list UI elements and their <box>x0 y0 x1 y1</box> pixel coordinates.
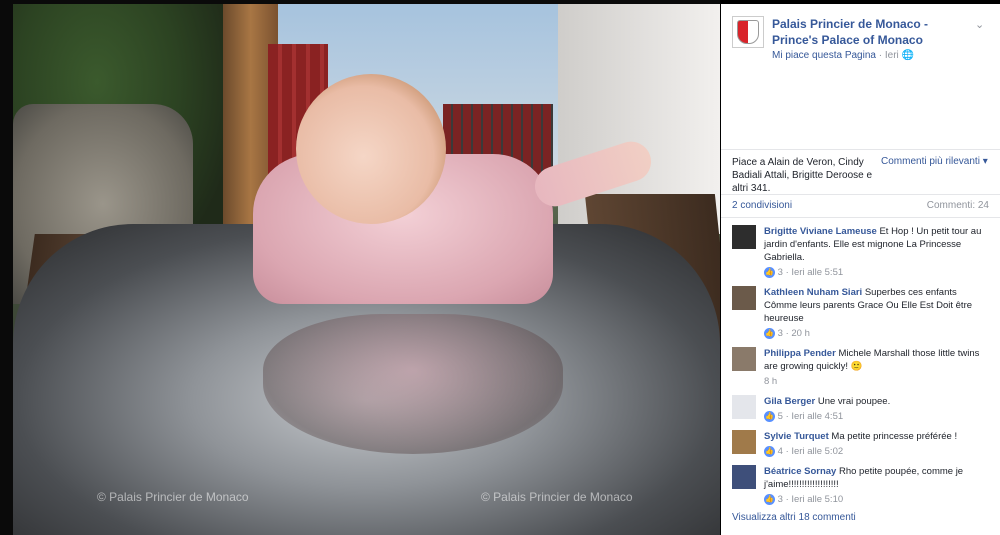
post-time[interactable]: Ieri <box>885 50 899 61</box>
thumbs-up-icon: 👍 <box>764 266 775 278</box>
comment-item: Philippa Pender Michele Marshall those l… <box>721 347 1000 388</box>
page-name-link[interactable]: Palais Princier de Monaco - Prince's Pal… <box>772 16 972 48</box>
comment-time[interactable]: · Ieri alle 5:02 <box>786 446 844 457</box>
thumbs-up-icon: 👍 <box>764 493 775 505</box>
avatar[interactable] <box>732 286 756 310</box>
post-photo[interactable] <box>13 4 720 535</box>
avatar[interactable] <box>732 430 756 454</box>
comment-text: Ma petite princesse préférée ! <box>831 431 958 442</box>
comment-author[interactable]: Kathleen Nuham Siari <box>764 287 862 298</box>
comment-item: Béatrice Sornay Rho petite poupée, comme… <box>721 465 1000 506</box>
comment-item: Sylvie Turquet Ma petite princesse préfé… <box>721 430 1000 458</box>
comment-like-count: 3 <box>777 328 783 339</box>
comment-like-count: 3 <box>777 267 783 278</box>
comment-author[interactable]: Sylvie Turquet <box>764 431 829 442</box>
chevron-down-icon[interactable]: ⌄ <box>975 18 984 31</box>
comment-meta: 👍 3 · Ieri alle 5:10 <box>764 493 992 506</box>
photo-reflection <box>263 314 563 454</box>
comment-like-count: 5 <box>777 411 783 422</box>
globe-icon: 🌐 <box>901 50 915 61</box>
like-page-link[interactable]: Mi piace questa Pagina <box>772 50 876 61</box>
comment-meta: 👍 5 · Ieri alle 4:51 <box>764 410 992 423</box>
comment-meta: 8 h <box>764 375 992 388</box>
comment-time[interactable]: · Ieri alle 4:51 <box>786 411 844 422</box>
comment-count: Commenti: 24 <box>926 200 989 211</box>
avatar[interactable] <box>732 395 756 419</box>
comment-meta: 👍 3 · 20 h <box>764 327 992 340</box>
comment-meta: 👍 3 · Ieri alle 5:51 <box>764 266 992 279</box>
post-meta: Mi piace questa Pagina · Ieri 🌐 <box>772 50 914 61</box>
comment-author[interactable]: Philippa Pender <box>764 348 836 359</box>
comment-text: Une vrai poupee. <box>817 396 891 407</box>
post-sidebar: Palais Princier de Monaco - Prince's Pal… <box>721 4 1000 535</box>
comment-meta: 👍 4 · Ieri alle 5:02 <box>764 445 992 458</box>
shares-link[interactable]: 2 condivisioni <box>732 200 792 211</box>
view-more-comments-link[interactable]: Visualizza altri 18 commenti <box>732 512 856 523</box>
comment-author[interactable]: Gila Berger <box>764 396 815 407</box>
page-avatar[interactable] <box>732 16 764 48</box>
photo-child-head <box>296 74 446 224</box>
comment-time[interactable]: · Ieri alle 5:10 <box>786 494 844 505</box>
meta-separator: · <box>878 50 883 61</box>
photo-viewer[interactable]: © Palais Princier de Monaco © Palais Pri… <box>0 0 720 535</box>
crest-icon <box>737 20 759 44</box>
likes-summary[interactable]: Piace a Alain de Veron, Cindy Badiali At… <box>732 156 882 195</box>
comment-item: Brigitte Viviane Lameuse Et Hop ! Un pet… <box>721 225 1000 279</box>
comment-like-count: 4 <box>777 446 783 457</box>
post-header: Palais Princier de Monaco - Prince's Pal… <box>721 4 1000 150</box>
likes-row: Piace a Alain de Veron, Cindy Badiali At… <box>721 150 1000 195</box>
comment-time[interactable]: · 20 h <box>786 328 810 339</box>
comment-author[interactable]: Béatrice Sornay <box>764 466 836 477</box>
comment-item: Kathleen Nuham Siari Superbes ces enfant… <box>721 286 1000 340</box>
comment-author[interactable]: Brigitte Viviane Lameuse <box>764 226 877 237</box>
comment-time[interactable]: 8 h <box>764 376 777 387</box>
shares-row: 2 condivisioni Commenti: 24 <box>721 195 1000 218</box>
thumbs-up-icon: 👍 <box>764 445 775 457</box>
thumbs-up-icon: 👍 <box>764 327 775 339</box>
comment-item: Gila Berger Une vrai poupee. 👍 5 · Ieri … <box>721 395 1000 423</box>
avatar[interactable] <box>732 465 756 489</box>
watermark-right: © Palais Princier de Monaco <box>481 490 633 504</box>
comment-time[interactable]: · Ieri alle 5:51 <box>786 267 844 278</box>
avatar[interactable] <box>732 225 756 249</box>
comment-like-count: 3 <box>777 494 783 505</box>
comment-list: Brigitte Viviane Lameuse Et Hop ! Un pet… <box>721 225 1000 506</box>
sort-comments-dropdown[interactable]: Commenti più rilevanti ▾ <box>881 156 988 167</box>
watermark-left: © Palais Princier de Monaco <box>97 490 249 504</box>
thumbs-up-icon: 👍 <box>764 410 775 422</box>
avatar[interactable] <box>732 347 756 371</box>
